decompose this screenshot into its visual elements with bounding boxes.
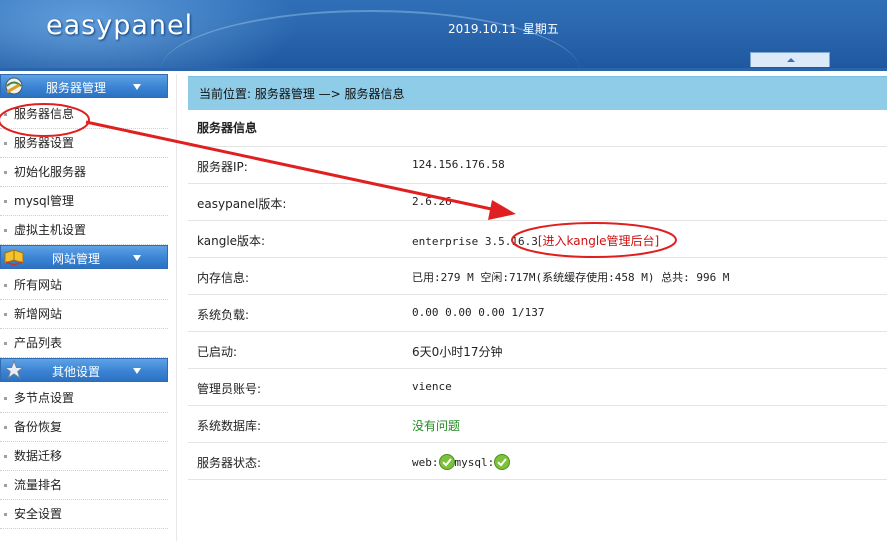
kangle-admin-link[interactable]: [进入kangle管理后台] <box>538 234 659 248</box>
app-logo: easypanel <box>46 10 194 41</box>
bullet-icon <box>4 142 7 145</box>
bullet-icon <box>4 484 7 487</box>
row-label: 系统数据库: <box>197 419 262 433</box>
sidebar-section-server[interactable]: 服务器管理 <box>0 74 168 98</box>
bullet-icon <box>4 113 7 116</box>
bullet-icon <box>4 513 7 516</box>
row-label: 已启动: <box>197 345 238 359</box>
info-row-admin: 管理员账号: vience <box>188 369 887 406</box>
bullet-icon <box>4 313 7 316</box>
sidebar-item-server-settings[interactable]: 服务器设置 <box>0 129 168 158</box>
sidebar-item-label: 初始化服务器 <box>14 165 87 179</box>
row-value: 124.156.176.58 <box>412 158 505 171</box>
row-value: 已用:279 M 空闲:717M(系统缓存使用:458 M) 总共: 996 M <box>412 271 730 284</box>
header-date: 2019.10.11 星期五 <box>448 20 565 37</box>
row-value: 2.6.26 <box>412 195 452 208</box>
sidebar-item-traffic-rank[interactable]: 流量排名 <box>0 471 168 500</box>
sidebar-item-label: 备份恢复 <box>14 420 63 434</box>
row-label: 管理员账号: <box>197 382 262 396</box>
main-panel: 当前位置: 服务器管理 —> 服务器信息 服务器信息 服务器IP: 124.15… <box>188 76 887 480</box>
sidebar-item-label: 安全设置 <box>14 507 63 521</box>
info-row-easypanel-version: easypanel版本: 2.6.26 <box>188 184 887 221</box>
chevron-up-icon <box>787 58 795 62</box>
sidebar-divider <box>176 74 177 541</box>
row-value: vience <box>412 380 452 393</box>
sidebar-item-label: 服务器信息 <box>14 107 75 121</box>
chevron-down-icon <box>133 84 141 90</box>
sidebar-section-other[interactable]: 其他设置 <box>0 358 168 382</box>
sidebar-item-label: 流量排名 <box>14 478 63 492</box>
header-banner: easypanel 2019.10.11 星期五 <box>0 0 887 68</box>
bullet-icon <box>4 455 7 458</box>
check-ok-icon <box>494 454 511 470</box>
bullet-icon <box>4 229 7 232</box>
bullet-icon <box>4 284 7 287</box>
sidebar-item-migration[interactable]: 数据迁移 <box>0 442 168 471</box>
row-value-container: enterprise 3.5.16.3[进入kangle管理后台] <box>412 232 659 249</box>
row-label: 内存信息: <box>197 271 250 285</box>
sidebar-item-label: 服务器设置 <box>14 136 75 150</box>
weekday-text: 星期五 <box>522 22 559 36</box>
header-divider <box>0 68 887 71</box>
sidebar-item-all-sites[interactable]: 所有网站 <box>0 271 168 300</box>
bullet-icon <box>4 426 7 429</box>
sidebar-item-add-site[interactable]: 新增网站 <box>0 300 168 329</box>
info-row-load: 系统负载: 0.00 0.00 0.00 1/137 <box>188 295 887 332</box>
sidebar-item-multinode[interactable]: 多节点设置 <box>0 384 168 413</box>
info-row-uptime: 已启动: 6天0小时17分钟 <box>188 332 887 369</box>
sidebar-item-server-info[interactable]: 服务器信息 <box>0 100 168 129</box>
info-row-memory: 内存信息: 已用:279 M 空闲:717M(系统缓存使用:458 M) 总共:… <box>188 258 887 295</box>
chevron-down-icon <box>133 368 141 374</box>
sidebar-item-label: 虚拟主机设置 <box>14 223 87 237</box>
row-label: 系统负载: <box>197 308 250 322</box>
web-status-label: web: <box>412 456 439 469</box>
collapse-header-button[interactable] <box>750 52 830 67</box>
row-label: 服务器状态: <box>197 456 262 470</box>
sidebar-item-label: 数据迁移 <box>14 449 63 463</box>
sidebar-item-label: 新增网站 <box>14 307 63 321</box>
row-value: enterprise 3.5.16.3 <box>412 235 538 248</box>
info-row-ip: 服务器IP: 124.156.176.58 <box>188 147 887 184</box>
bullet-icon <box>4 171 7 174</box>
sidebar-item-security[interactable]: 安全设置 <box>0 500 168 529</box>
mysql-status-label: mysql: <box>454 456 495 469</box>
bullet-icon <box>4 200 7 203</box>
sidebar-section-title: 网站管理 <box>51 252 100 266</box>
info-row-status: 服务器状态: web: mysql: <box>188 443 887 480</box>
sidebar-item-mysql[interactable]: mysql管理 <box>0 187 168 216</box>
sidebar-item-label: 所有网站 <box>14 278 63 292</box>
sidebar-item-products[interactable]: 产品列表 <box>0 329 168 358</box>
sidebar-section-title: 服务器管理 <box>45 81 106 95</box>
breadcrumb: 当前位置: 服务器管理 —> 服务器信息 <box>188 76 887 110</box>
sidebar-section-sites[interactable]: 网站管理 <box>0 245 168 269</box>
row-value: 没有问题 <box>412 419 461 433</box>
sidebar-item-label: 产品列表 <box>14 336 63 350</box>
sidebar-item-init-server[interactable]: 初始化服务器 <box>0 158 168 187</box>
sidebar-item-label: mysql管理 <box>14 194 74 208</box>
sidebar-item-backup[interactable]: 备份恢复 <box>0 413 168 442</box>
info-row-database: 系统数据库: 没有问题 <box>188 406 887 443</box>
sidebar: 服务器管理 服务器信息 服务器设置 初始化服务器 mysql管理 虚拟主机设置 … <box>0 74 168 529</box>
page-title: 服务器信息 <box>188 110 887 147</box>
sidebar-item-label: 多节点设置 <box>14 391 75 405</box>
bullet-icon <box>4 397 7 400</box>
row-label: 服务器IP: <box>197 160 248 174</box>
check-ok-icon <box>438 454 455 470</box>
row-value: 6天0小时17分钟 <box>412 345 503 359</box>
date-text: 2019.10.11 <box>448 22 517 36</box>
sidebar-item-vhost-settings[interactable]: 虚拟主机设置 <box>0 216 168 245</box>
row-label: easypanel版本: <box>197 197 287 211</box>
bullet-icon <box>4 342 7 345</box>
sidebar-section-title: 其他设置 <box>51 365 100 379</box>
info-row-kangle-version: kangle版本: enterprise 3.5.16.3[进入kangle管理… <box>188 221 887 258</box>
row-label: kangle版本: <box>197 234 266 248</box>
row-value: 0.00 0.00 0.00 1/137 <box>412 306 545 319</box>
chevron-down-icon <box>133 255 141 261</box>
status-values: web: mysql: <box>412 454 511 470</box>
